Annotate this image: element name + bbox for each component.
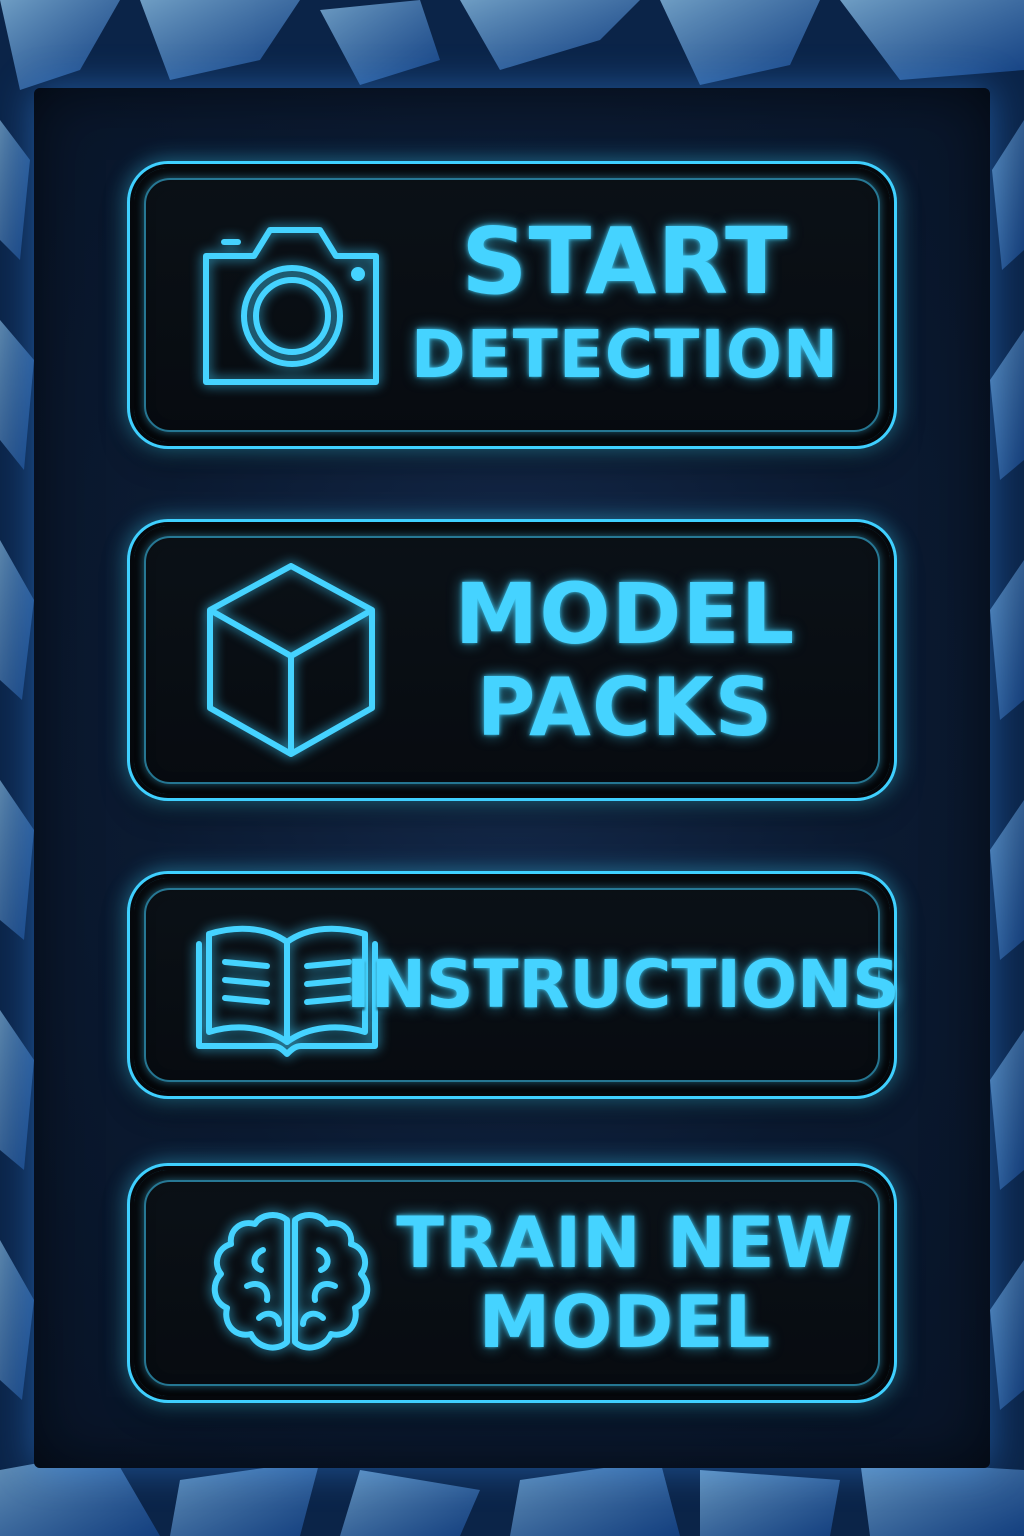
start-detection-label-line-1: START (461, 208, 789, 315)
app-screen: START DETECTION MODEL PACKS INSTRUCTIONS… (0, 0, 1024, 1536)
camera-icon (198, 216, 384, 396)
start-detection-button[interactable]: START DETECTION (134, 168, 890, 442)
train-new-model-label-line-1: TRAIN NEW (396, 1202, 854, 1284)
instructions-button[interactable]: INSTRUCTIONS (134, 878, 900, 1092)
model-packs-label-line-1: MODEL (454, 565, 796, 663)
instructions-label-line-1: INSTRUCTIONS (346, 946, 900, 1023)
train-new-model-button[interactable]: TRAIN NEW MODEL (134, 1170, 890, 1396)
start-detection-label-line-2: DETECTION (410, 316, 840, 393)
cube-icon (198, 560, 384, 760)
model-packs-label-line-2: PACKS (476, 661, 774, 754)
model-packs-button[interactable]: MODEL PACKS (134, 526, 890, 794)
train-new-model-label: TRAIN NEW MODEL (396, 1200, 852, 1366)
instructions-label: INSTRUCTIONS (346, 908, 900, 1062)
train-new-model-label-line-2: MODEL (478, 1280, 772, 1364)
main-menu: START DETECTION MODEL PACKS INSTRUCTIONS… (0, 0, 1024, 1536)
brain-icon (198, 1208, 384, 1358)
start-detection-label: START DETECTION (404, 208, 846, 396)
model-packs-label: MODEL PACKS (404, 562, 846, 758)
